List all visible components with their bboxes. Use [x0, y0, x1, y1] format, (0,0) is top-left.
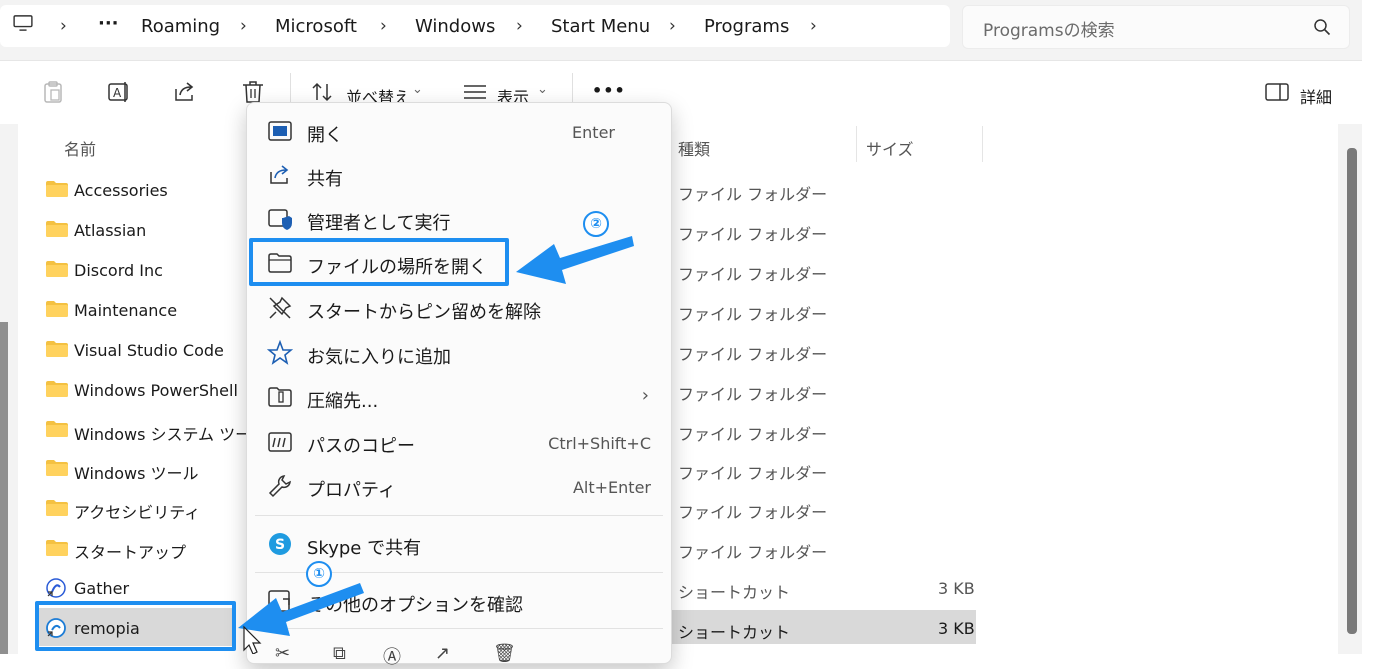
arrow-to-remopia [238, 583, 364, 636]
arrow-to-open-file-location [516, 236, 634, 284]
mouse-cursor-icon [243, 625, 262, 654]
annotation-arrows [238, 236, 634, 654]
